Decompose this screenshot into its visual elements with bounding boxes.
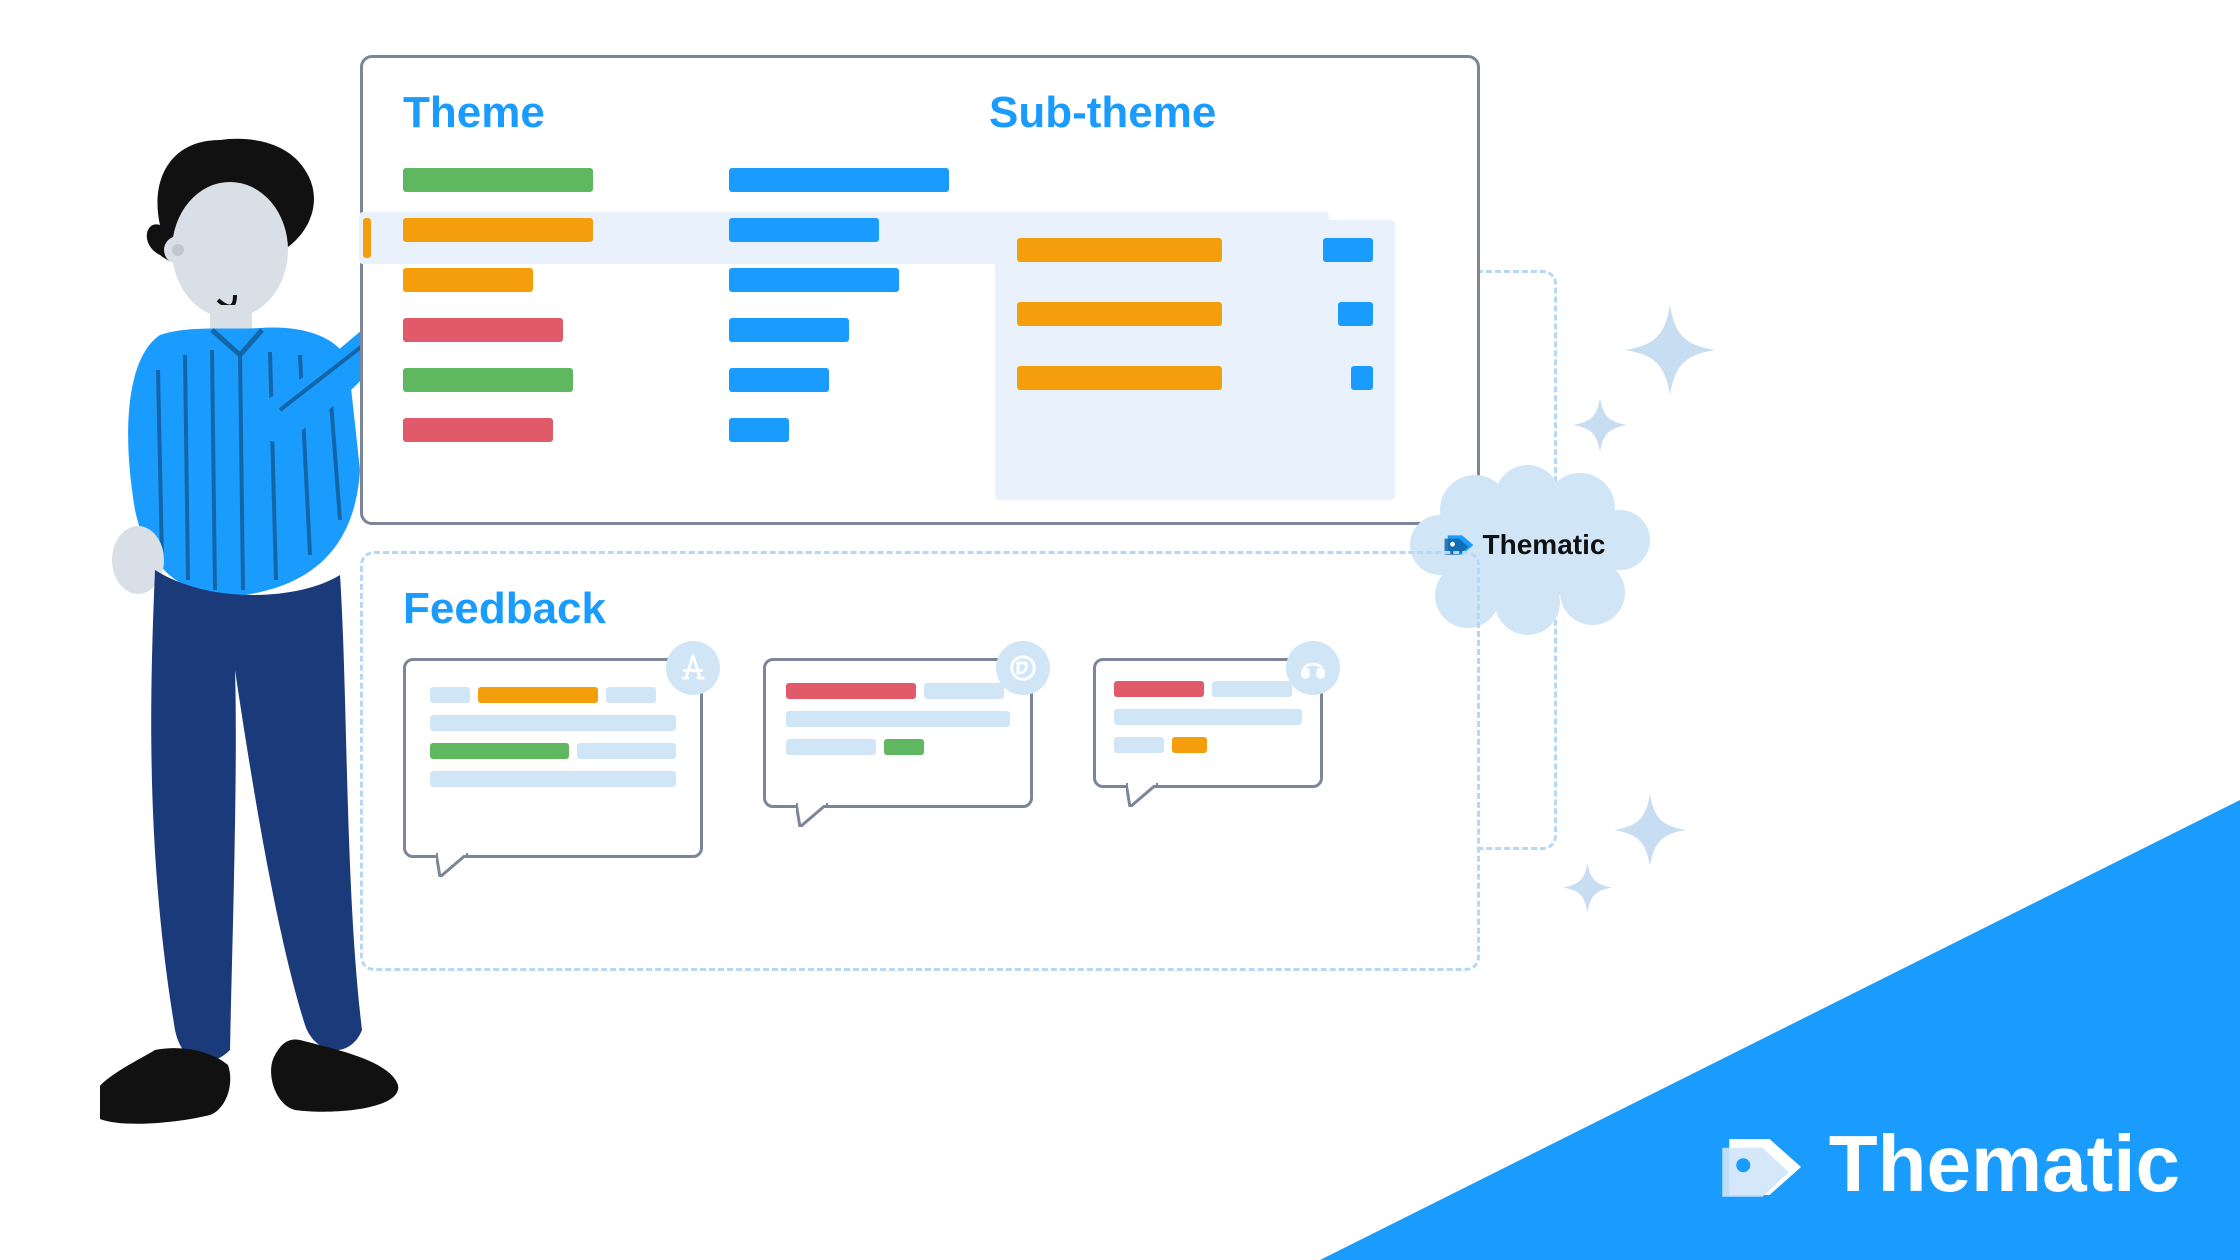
subtheme-bar <box>1017 238 1222 262</box>
subtheme-heading: Sub-theme <box>989 88 1216 138</box>
blue-bar <box>729 368 829 392</box>
feedback-heading: Feedback <box>403 584 1437 634</box>
subtheme-bar <box>1017 366 1222 390</box>
subtheme-row <box>1017 366 1373 390</box>
theme-bar <box>403 418 553 442</box>
blue-bar <box>729 218 879 242</box>
sparkle-icon <box>1620 300 1720 405</box>
dashboard-panel: Theme Sub-theme <box>360 55 1480 525</box>
theme-bar <box>403 168 593 192</box>
sparkle-icon <box>1570 395 1630 460</box>
feedback-card <box>763 658 1033 808</box>
theme-bar <box>403 368 573 392</box>
theme-bar <box>403 218 593 242</box>
subtheme-bar <box>1351 366 1373 390</box>
tag-icon <box>1721 1129 1811 1199</box>
subtheme-panel <box>995 220 1395 500</box>
theme-bar <box>403 268 533 292</box>
feedback-frame: Feedback <box>360 551 1480 971</box>
subtheme-row <box>1017 238 1373 262</box>
illustration-canvas: Theme Sub-theme <box>0 0 2240 1260</box>
blue-bar <box>729 268 899 292</box>
subtheme-bar <box>1017 302 1222 326</box>
subtheme-bar <box>1323 238 1373 262</box>
subtheme-row <box>1017 302 1373 326</box>
blue-bar <box>729 418 789 442</box>
theme-bars <box>403 168 633 468</box>
brand-name: Thematic <box>1829 1118 2180 1210</box>
feedback-card <box>403 658 703 858</box>
feedback-cards <box>403 658 1437 858</box>
theme-heading: Theme <box>403 88 989 138</box>
feedback-card <box>1093 658 1323 788</box>
appstore-icon <box>666 641 720 695</box>
blue-bars <box>729 168 989 468</box>
blue-bar <box>729 318 849 342</box>
blue-bar <box>729 168 949 192</box>
brand-name: Thematic <box>1483 529 1606 561</box>
chart-area <box>403 168 1437 498</box>
subtheme-bar <box>1338 302 1373 326</box>
brand-logo: Thematic <box>1721 1118 2180 1210</box>
support-icon <box>1286 641 1340 695</box>
panel-headers: Theme Sub-theme <box>403 88 1437 138</box>
delighted-icon <box>996 641 1050 695</box>
theme-bar <box>403 318 563 342</box>
